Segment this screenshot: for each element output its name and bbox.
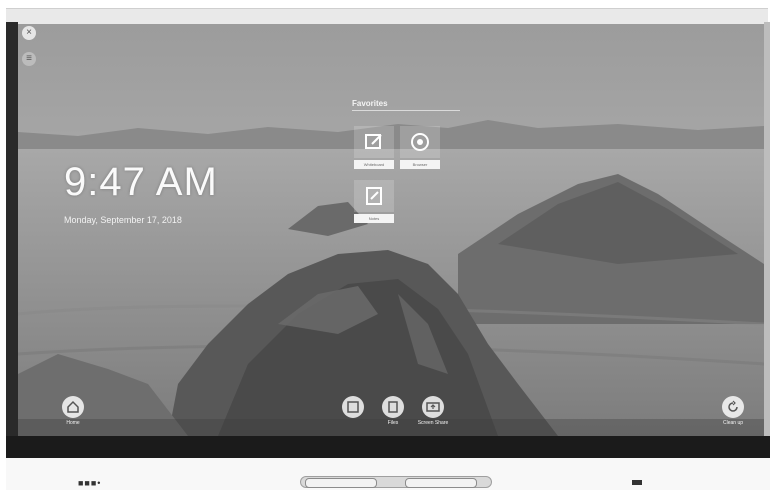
dock-whiteboard-button[interactable]	[342, 396, 364, 418]
favorite-tile-label: Browser	[400, 160, 440, 169]
files-label: Files	[387, 420, 399, 426]
tray-sensor	[632, 480, 642, 485]
pen-left[interactable]	[305, 478, 377, 488]
screen-share-icon	[426, 402, 440, 412]
files-button[interactable]	[382, 396, 404, 418]
menu-icon[interactable]: ≡	[22, 52, 36, 66]
display-bezel-top	[6, 8, 768, 25]
pen-slot	[300, 476, 492, 488]
home-icon	[67, 400, 79, 413]
tray-indicator-lights: ■■■•	[78, 478, 102, 488]
screen-share-button[interactable]	[422, 396, 444, 418]
display-bezel-right	[764, 22, 770, 437]
home-screen: × ≡ 9:47 AM Monday, September 17, 2018 F…	[18, 24, 764, 436]
clock-date: Monday, September 17, 2018	[64, 215, 182, 225]
home-label: Home	[66, 420, 80, 426]
refresh-icon	[728, 400, 738, 412]
whiteboard-icon	[347, 401, 359, 413]
clock-time: 9:47 AM	[64, 160, 218, 204]
files-icon	[388, 401, 398, 413]
display-bezel-bottom	[6, 436, 770, 458]
notes-icon	[354, 180, 394, 212]
browser-icon	[400, 126, 440, 158]
favorites-divider	[352, 110, 460, 111]
favorite-tile-browser[interactable]: Browser	[400, 126, 440, 170]
favorite-tile-label: Notes	[354, 214, 394, 223]
whiteboard-icon	[354, 126, 394, 158]
favorite-tile-whiteboard[interactable]: Whiteboard	[354, 126, 394, 170]
favorite-tile-label: Whiteboard	[354, 160, 394, 169]
favorites-panel: Favorites Whiteboard Browser Notes	[352, 96, 462, 246]
favorite-tile-notes[interactable]: Notes	[354, 180, 394, 224]
pen-right[interactable]	[405, 478, 477, 488]
screen-share-label: Screen Share	[417, 420, 449, 426]
clean-up-button[interactable]	[722, 396, 744, 418]
display-bezel-left	[6, 22, 18, 437]
clean-up-label: Clean up	[722, 420, 743, 426]
close-icon[interactable]: ×	[22, 26, 36, 40]
favorites-title: Favorites	[352, 99, 388, 108]
home-button[interactable]	[62, 396, 84, 418]
